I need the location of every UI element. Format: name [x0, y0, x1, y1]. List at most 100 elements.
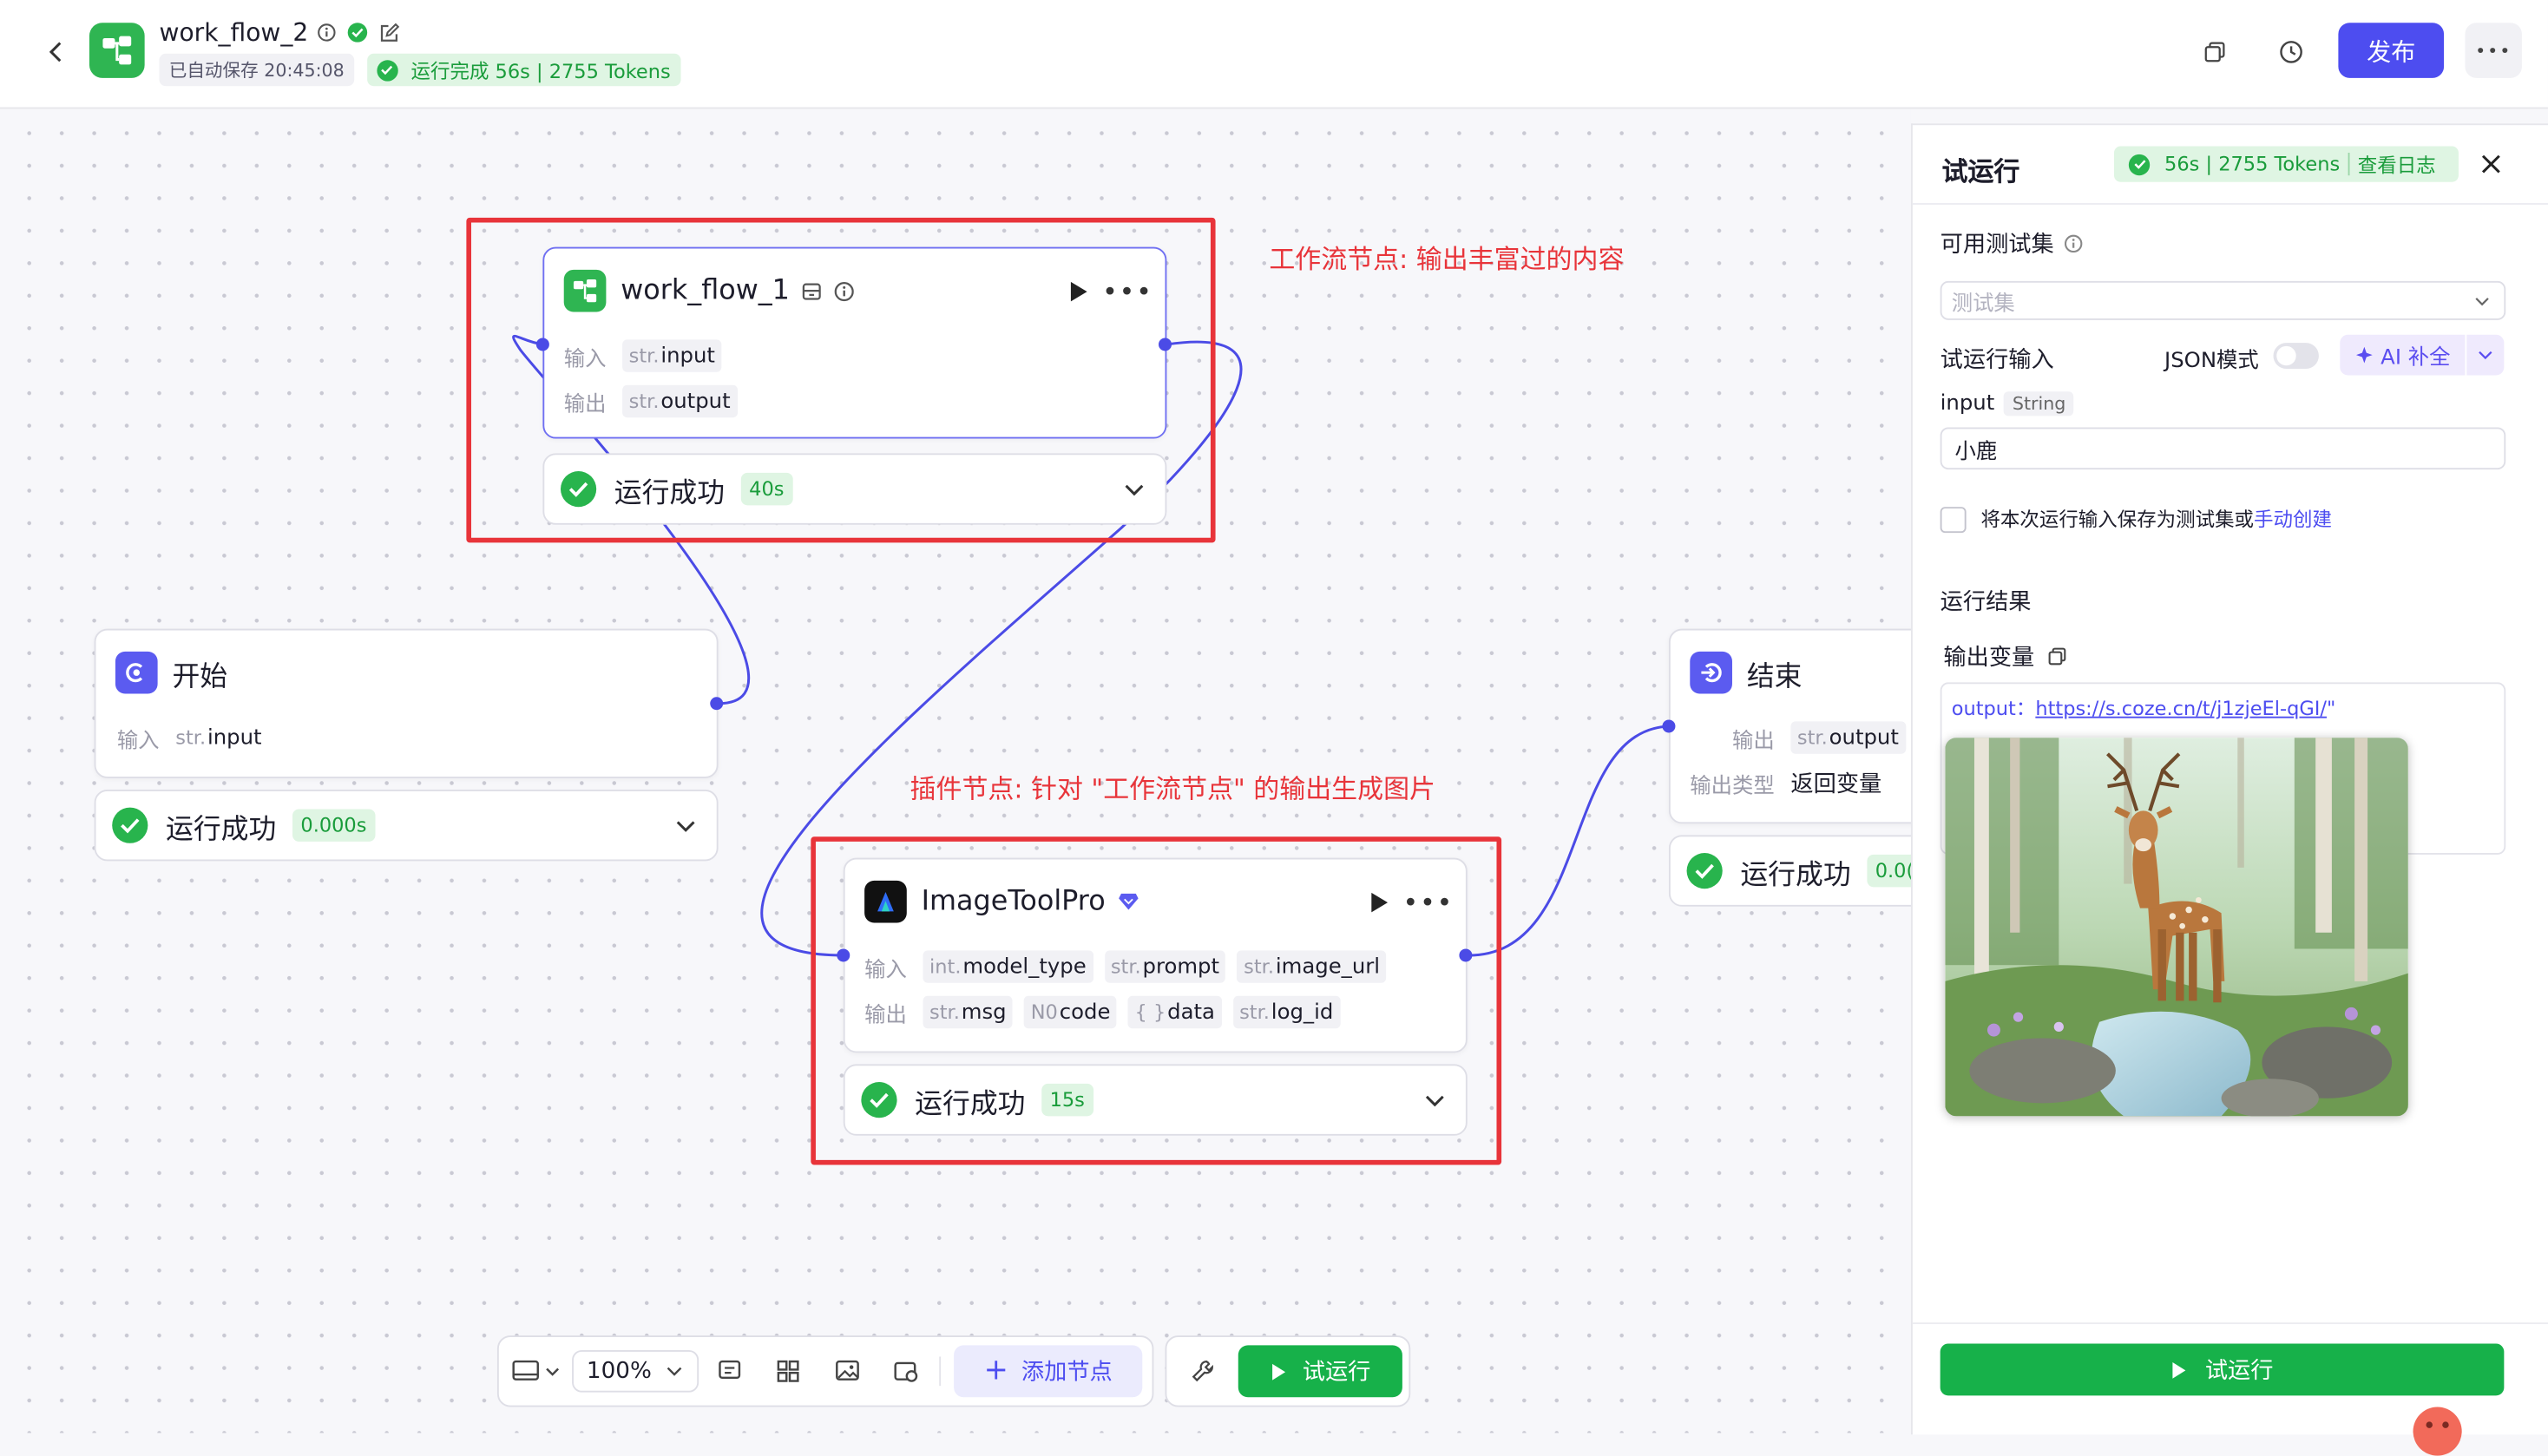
- debug-button[interactable]: [1186, 1356, 1218, 1386]
- panel-run-button[interactable]: 试运行: [1940, 1343, 2505, 1396]
- more-icon[interactable]: •••: [1102, 275, 1152, 306]
- minimap-icon: [512, 1360, 539, 1381]
- chevron-down-icon[interactable]: [674, 812, 697, 843]
- run-summary-badge[interactable]: 56s | 2755 Tokens 查看日志: [2113, 146, 2459, 182]
- node-workflow1[interactable]: work_flow_1 ••• 输入 str. input 输出 str. output: [542, 246, 1167, 439]
- node-title: 结束: [1746, 660, 1803, 693]
- divider: [1912, 203, 2548, 205]
- param-chip: str. output: [622, 384, 738, 418]
- status-text: 运行成功: [915, 1087, 1026, 1121]
- run-node-icon[interactable]: [1365, 887, 1395, 916]
- minimap-toggle[interactable]: [512, 1354, 561, 1389]
- output-port[interactable]: [710, 697, 724, 711]
- node-status-imagetool[interactable]: 运行成功 15s: [843, 1064, 1468, 1136]
- node-imagetoolpro[interactable]: ImageToolPro ••• 输入 int. model_type str. p…: [843, 857, 1468, 1053]
- test-set-placeholder: 测试集: [1951, 292, 2015, 317]
- test-input-label: 试运行输入: [1940, 347, 2054, 374]
- layout-button[interactable]: [772, 1356, 804, 1386]
- zoom-select[interactable]: 100%: [572, 1349, 699, 1393]
- add-node-button[interactable]: + 添加节点: [954, 1345, 1143, 1398]
- success-icon: [377, 59, 398, 81]
- success-icon: [861, 1082, 897, 1118]
- more-menu-button[interactable]: •••: [2465, 23, 2522, 78]
- history-icon: [2280, 41, 2302, 63]
- run-toolbar: 试运行: [1165, 1335, 1411, 1407]
- close-button[interactable]: [2475, 148, 2507, 180]
- edit-icon[interactable]: [378, 22, 399, 43]
- duration-badge: 15s: [1041, 1083, 1093, 1117]
- test-run-button[interactable]: 试运行: [1238, 1345, 1402, 1398]
- input-value: 小鹿: [1954, 439, 1998, 464]
- json-mode-toggle[interactable]: [2273, 343, 2319, 370]
- copy-icon[interactable]: [2047, 646, 2066, 666]
- divider: [2348, 153, 2350, 176]
- input-port[interactable]: [535, 338, 549, 351]
- chevron-left-icon: [49, 42, 62, 62]
- input-port[interactable]: [1662, 719, 1676, 733]
- info-icon[interactable]: [833, 280, 854, 301]
- param-chip: str. output: [1790, 721, 1906, 754]
- output-url-link[interactable]: https://s.coze.cn/t/j1zjeEl-qGI/: [2035, 697, 2327, 719]
- output-port[interactable]: [1159, 338, 1172, 351]
- chevron-down-icon[interactable]: [1123, 476, 1146, 508]
- info-icon[interactable]: [2064, 234, 2083, 253]
- input-label: 输入: [864, 957, 907, 982]
- ai-fill-dropdown[interactable]: [2466, 334, 2505, 376]
- input-label: 输入: [563, 346, 607, 371]
- param-chip: { } data: [1128, 995, 1222, 1029]
- play-icon: [2172, 1361, 2186, 1378]
- more-icon[interactable]: •••: [1403, 886, 1453, 917]
- output-port[interactable]: [1459, 948, 1473, 962]
- manual-create-link[interactable]: 手动创建: [2254, 508, 2332, 531]
- panel-title: 试运行: [1941, 155, 2020, 187]
- test-set-select[interactable]: 测试集: [1940, 280, 2506, 320]
- run-status-badge[interactable]: 运行完成 56s | 2755 Tokens: [366, 53, 680, 87]
- assistant-avatar[interactable]: [2413, 1407, 2462, 1456]
- chevron-down-icon[interactable]: [1423, 1087, 1446, 1118]
- output-type-value: 返回变量: [1790, 771, 1882, 798]
- node-status-start[interactable]: 运行成功 0.000s: [94, 789, 719, 862]
- ai-fill-button[interactable]: AI 补全: [2340, 334, 2466, 376]
- info-icon[interactable]: [317, 23, 336, 42]
- publish-button[interactable]: 发布: [2338, 23, 2445, 78]
- node-title: work_flow_1: [621, 274, 790, 307]
- duration-badge: 0.000s: [292, 809, 375, 842]
- chevron-down-icon: [2475, 297, 2489, 305]
- sparkle-icon: [2354, 345, 2374, 364]
- output-label: 输出: [864, 1003, 907, 1028]
- param-chip: str. prompt: [1104, 950, 1226, 983]
- view-log-link[interactable]: 查看日志: [2358, 150, 2436, 178]
- success-icon: [112, 807, 148, 843]
- workflow-logo-icon: [89, 23, 145, 78]
- history-button[interactable]: [2275, 36, 2307, 68]
- generated-image[interactable]: [1945, 738, 2408, 1117]
- zoom-level: 100%: [586, 1358, 652, 1385]
- param-chip: str. log_id: [1232, 995, 1340, 1029]
- publish-label: 发布: [2367, 36, 2416, 66]
- node-status-workflow1[interactable]: 运行成功 40s: [542, 453, 1167, 525]
- wrench-icon: [1192, 1360, 1213, 1382]
- input-field-name: input String: [1941, 391, 2074, 416]
- annotation-workflow-node: 工作流节点: 输出丰富过的内容: [1269, 243, 1625, 275]
- save-as-set-text: 将本次运行输入保存为测试集或手动创建: [1980, 508, 2332, 532]
- copy-button[interactable]: [2198, 36, 2230, 68]
- comment-button[interactable]: [713, 1356, 745, 1386]
- fit-view-icon: [893, 1361, 917, 1382]
- results-label: 运行结果: [1940, 589, 2032, 616]
- back-button[interactable]: [39, 36, 71, 68]
- run-node-icon[interactable]: [1064, 276, 1093, 305]
- status-text: 运行成功: [165, 813, 277, 846]
- input-port[interactable]: [837, 948, 850, 962]
- input-field[interactable]: 小鹿: [1940, 427, 2506, 470]
- test-run-panel: 试运行 56s | 2755 Tokens 查看日志 可用测试集 测试集 试运行…: [1910, 123, 2548, 1456]
- success-icon: [2128, 153, 2151, 175]
- image-button[interactable]: [831, 1356, 863, 1386]
- fit-view-button[interactable]: [889, 1356, 921, 1386]
- node-start[interactable]: 开始 输入 str. input: [94, 628, 719, 778]
- success-icon: [560, 470, 597, 508]
- param-chip: str. msg: [923, 995, 1014, 1029]
- annotation-plugin-node: 插件节点: 针对 "工作流节点" 的输出生成图片: [910, 773, 1436, 804]
- canvas-toolbar: 100% + 添加节点: [496, 1335, 1154, 1407]
- status-text: 运行成功: [1740, 858, 1851, 892]
- save-as-set-checkbox[interactable]: [1940, 507, 1967, 534]
